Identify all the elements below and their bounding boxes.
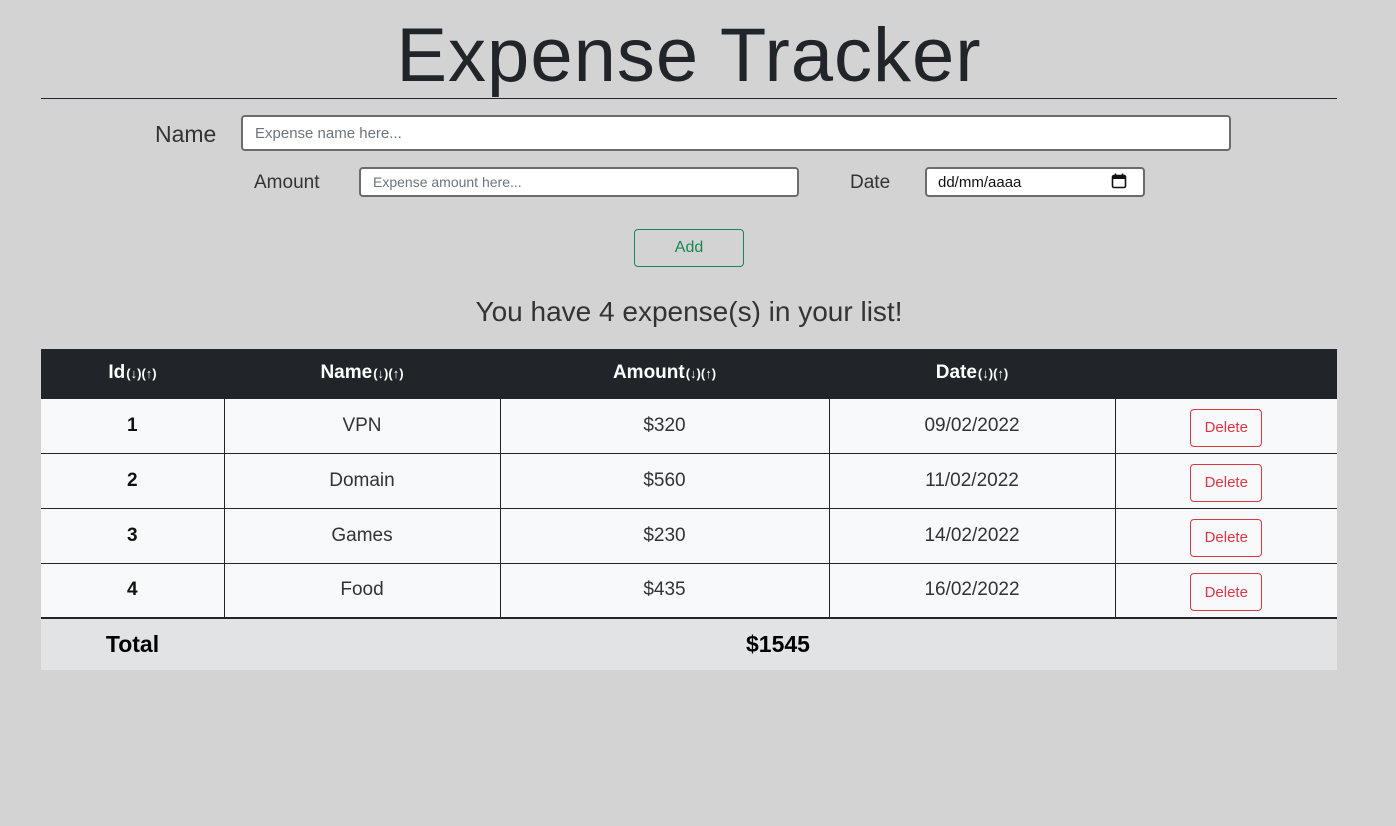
cell-name: Games bbox=[223, 507, 501, 564]
name-label: Name bbox=[155, 121, 217, 147]
date-label: Date bbox=[850, 172, 891, 193]
cell-actions: Delete bbox=[1114, 507, 1337, 564]
delete-button[interactable]: Delete bbox=[1190, 463, 1263, 502]
amount-label: Amount bbox=[254, 172, 320, 193]
total-label: Total bbox=[105, 631, 160, 657]
date-input-value: dd/mm/aaaa bbox=[938, 174, 1022, 191]
page-title: Expense Tracker bbox=[396, 13, 982, 98]
cell-name: VPN bbox=[223, 397, 501, 454]
table-row: 3 Games $230 14/02/2022 Delete bbox=[41, 507, 1337, 564]
cell-id: 2 bbox=[41, 452, 225, 509]
header-id[interactable]: Id(↓)(↑) bbox=[41, 349, 224, 398]
delete-button[interactable]: Delete bbox=[1190, 573, 1263, 612]
table-row: 2 Domain $560 11/02/2022 Delete bbox=[41, 452, 1337, 509]
cell-amount: $230 bbox=[499, 507, 830, 564]
sort-date-arrows[interactable]: (↓)(↑) bbox=[978, 366, 1008, 381]
cell-date: 09/02/2022 bbox=[828, 397, 1116, 454]
cell-amount: $320 bbox=[499, 397, 830, 454]
cell-amount: $435 bbox=[499, 562, 830, 619]
total-spacer-end bbox=[1115, 618, 1337, 670]
header-name-label: Name bbox=[320, 362, 373, 384]
cell-date: 11/02/2022 bbox=[828, 452, 1116, 509]
cell-id: 1 bbox=[41, 397, 225, 454]
expense-date-input[interactable]: dd/mm/aaaa bbox=[925, 167, 1145, 197]
header-date[interactable]: Date(↓)(↑) bbox=[829, 349, 1115, 398]
cell-amount: $560 bbox=[499, 452, 830, 509]
header-actions bbox=[1115, 349, 1337, 398]
header-name[interactable]: Name(↓)(↑) bbox=[224, 349, 500, 398]
cell-name: Food bbox=[223, 562, 501, 619]
sort-id-arrows[interactable]: (↓)(↑) bbox=[126, 366, 156, 381]
cell-date: 16/02/2022 bbox=[828, 562, 1116, 619]
cell-id: 3 bbox=[41, 507, 225, 564]
cell-date: 14/02/2022 bbox=[828, 507, 1116, 564]
header-id-label: Id bbox=[108, 362, 126, 384]
delete-button[interactable]: Delete bbox=[1190, 408, 1263, 447]
header-date-label: Date bbox=[935, 362, 977, 384]
calendar-icon[interactable] bbox=[1111, 173, 1127, 189]
total-row: Total $1545 bbox=[41, 618, 1337, 670]
expense-name-input[interactable] bbox=[241, 115, 1231, 151]
add-button[interactable]: Add bbox=[634, 229, 744, 267]
cell-id: 4 bbox=[41, 562, 225, 619]
table-row: 4 Food $435 16/02/2022 Delete bbox=[41, 562, 1337, 619]
cell-actions: Delete bbox=[1114, 562, 1337, 619]
header-amount-label: Amount bbox=[612, 362, 685, 384]
cell-actions: Delete bbox=[1114, 452, 1337, 509]
delete-button[interactable]: Delete bbox=[1190, 518, 1263, 557]
header-amount[interactable]: Amount(↓)(↑) bbox=[500, 349, 829, 398]
cell-actions: Delete bbox=[1114, 397, 1337, 454]
table-header-row: Id(↓)(↑) Name(↓)(↑) Amount(↓)(↑) Date(↓)… bbox=[41, 349, 1337, 398]
total-spacer bbox=[224, 618, 500, 670]
expense-table: Id(↓)(↑) Name(↓)(↑) Amount(↓)(↑) Date(↓)… bbox=[41, 349, 1337, 670]
total-value: $1545 bbox=[746, 631, 810, 657]
sort-amount-arrows[interactable]: (↓)(↑) bbox=[686, 366, 716, 381]
cell-name: Domain bbox=[223, 452, 501, 509]
table-row: 1 VPN $320 09/02/2022 Delete bbox=[41, 397, 1337, 454]
sort-name-arrows[interactable]: (↓)(↑) bbox=[373, 366, 403, 381]
title-divider bbox=[41, 98, 1337, 99]
expense-amount-input[interactable] bbox=[359, 167, 799, 197]
expense-count-summary: You have 4 expense(s) in your list! bbox=[475, 296, 903, 327]
